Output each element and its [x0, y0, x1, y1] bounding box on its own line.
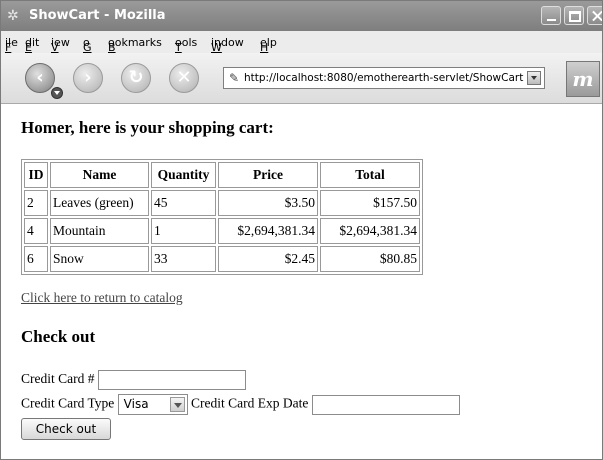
table-header-row: ID Name Quantity Price Total: [24, 162, 420, 188]
cell-price: $2.45: [218, 246, 318, 272]
return-to-catalog-link[interactable]: Click here to return to catalog: [21, 290, 183, 306]
cell-quantity: 1: [151, 218, 216, 244]
cell-id: 4: [24, 218, 48, 244]
page-content: Homer, here is your shopping cart: ID Na…: [1, 104, 602, 459]
cc-type-value: Visa: [123, 397, 149, 411]
cell-price: $2,694,381.34: [218, 218, 318, 244]
column-header: Price: [218, 162, 318, 188]
cell-price: $3.50: [218, 190, 318, 216]
table-row: 4 Mountain 1 $2,694,381.34 $2,694,381.34: [24, 218, 420, 244]
cell-quantity: 33: [151, 246, 216, 272]
cc-type-select[interactable]: Visa: [117, 394, 188, 415]
browser-window: ✲ ShowCart - Mozilla File Edit View Go B…: [0, 0, 603, 460]
column-header: Name: [50, 162, 149, 188]
back-history-dropdown-icon[interactable]: [51, 87, 63, 99]
menu-view[interactable]: View: [51, 36, 70, 54]
cell-name: Leaves (green): [50, 190, 149, 216]
page-icon: ✎: [229, 71, 240, 85]
page-heading: Homer, here is your shopping cart:: [21, 118, 274, 137]
cell-id: 6: [24, 246, 48, 272]
menu-help[interactable]: Help: [260, 36, 277, 54]
menu-bookmarks[interactable]: Bookmarks: [108, 36, 162, 54]
forward-icon[interactable]: ›: [73, 63, 103, 93]
checkout-button[interactable]: Check out: [21, 418, 111, 440]
cc-exp-label: Credit Card Exp Date: [191, 395, 309, 411]
maximize-button[interactable]: [564, 6, 584, 25]
back-icon[interactable]: ‹: [25, 63, 55, 93]
cell-name: Mountain: [50, 218, 149, 244]
chevron-down-icon[interactable]: [169, 397, 185, 412]
menu-go[interactable]: Go: [83, 36, 92, 54]
menu-bar: File Edit View Go Bookmarks Tools Window…: [1, 31, 602, 54]
address-bar[interactable]: ✎ http://localhost:8080/emotherearth-ser…: [223, 67, 545, 89]
address-dropdown-icon[interactable]: [527, 71, 541, 85]
minimize-button[interactable]: [541, 6, 561, 25]
cell-id: 2: [24, 190, 48, 216]
column-header: Total: [320, 162, 420, 188]
cc-number-input[interactable]: [97, 370, 246, 390]
menu-file[interactable]: File: [5, 36, 18, 54]
table-row: 6 Snow 33 $2.45 $80.85: [24, 246, 420, 272]
menu-edit[interactable]: Edit: [25, 36, 39, 54]
throbber-icon[interactable]: m: [566, 61, 600, 97]
cc-type-label: Credit Card Type: [21, 395, 115, 411]
address-url: http://localhost:8080/emotherearth-servl…: [244, 72, 524, 84]
mozilla-icon: ✲: [7, 8, 19, 24]
cart-table: ID Name Quantity Price Total 2 Leaves (g…: [21, 159, 423, 275]
navigation-toolbar: ‹ › ↻ ✕ ✎ http://localhost:8080/emothere…: [1, 53, 602, 104]
title-bar[interactable]: ✲ ShowCart - Mozilla: [1, 1, 602, 31]
menu-window[interactable]: Window: [211, 36, 244, 54]
column-header: ID: [24, 162, 48, 188]
cell-total: $2,694,381.34: [320, 218, 420, 244]
cell-total: $80.85: [320, 246, 420, 272]
cc-type-row: Credit Card Type Visa Credit Card Exp Da…: [21, 394, 460, 415]
cc-number-row: Credit Card #: [21, 370, 246, 390]
cell-quantity: 45: [151, 190, 216, 216]
close-window-button[interactable]: [587, 6, 602, 25]
reload-icon[interactable]: ↻: [121, 63, 151, 93]
cell-name: Snow: [50, 246, 149, 272]
menu-tools[interactable]: Tools: [175, 36, 197, 54]
cc-number-label: Credit Card #: [21, 371, 95, 387]
cell-total: $157.50: [320, 190, 420, 216]
table-row: 2 Leaves (green) 45 $3.50 $157.50: [24, 190, 420, 216]
cc-exp-date-input[interactable]: [311, 394, 460, 415]
window-title: ShowCart - Mozilla: [29, 8, 166, 23]
column-header: Quantity: [151, 162, 216, 188]
stop-icon[interactable]: ✕: [169, 63, 199, 93]
checkout-heading: Check out: [21, 327, 96, 346]
